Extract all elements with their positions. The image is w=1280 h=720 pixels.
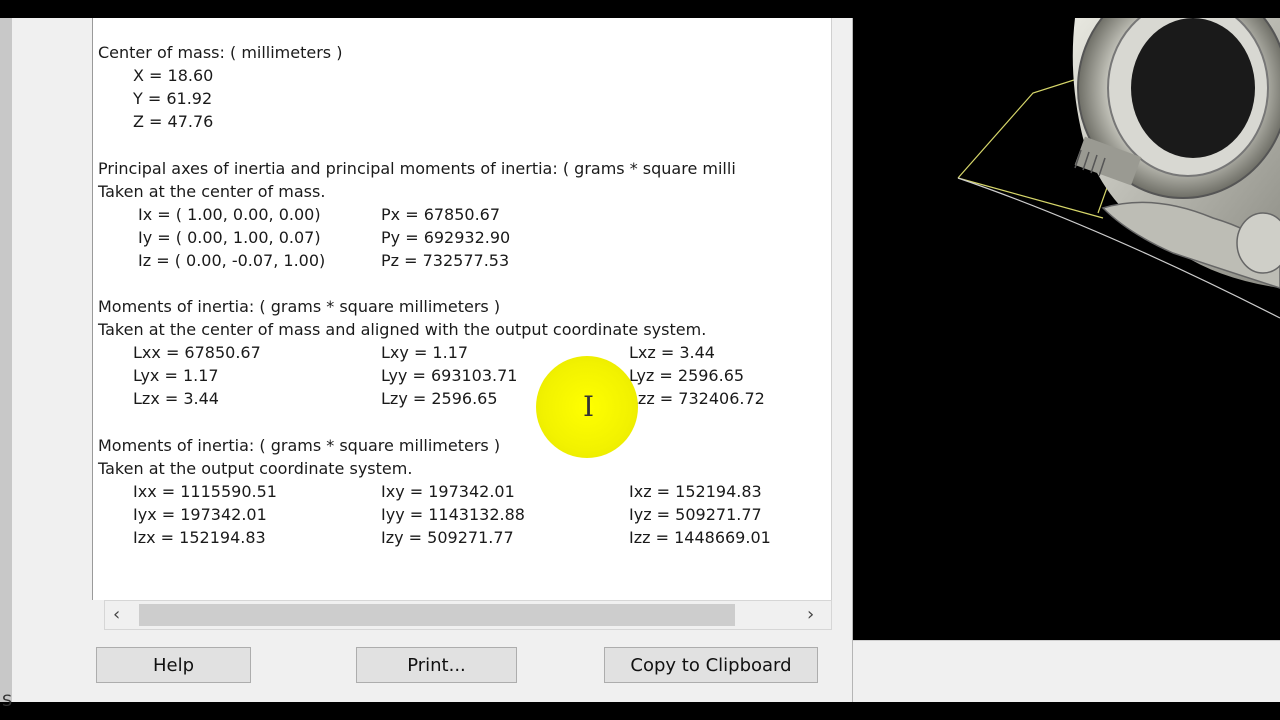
scrollbar-thumb[interactable] <box>139 604 735 626</box>
principal-moment-z: Pz = 732577.53 <box>381 251 510 270</box>
moment-lzy: Lzy = 2596.65 <box>381 389 498 408</box>
principal-axes-heading: Principal axes of inertia and principal … <box>98 159 736 178</box>
text-cursor-icon: I <box>583 390 595 423</box>
help-button[interactable]: Help <box>96 647 251 683</box>
moment-lyz: Lyz = 2596.65 <box>629 366 745 385</box>
horizontal-scrollbar[interactable]: ‹ › <box>104 600 832 630</box>
bearing-bore <box>1131 18 1255 158</box>
moment-izx: Izx = 152194.83 <box>133 528 266 547</box>
moments-output-heading: Moments of inertia: ( grams * square mil… <box>98 436 501 455</box>
background-app-letter: S <box>2 691 13 710</box>
moment-lxx: Lxx = 67850.67 <box>133 343 261 362</box>
print-button[interactable]: Print... <box>356 647 517 683</box>
center-of-mass-x: X = 18.60 <box>133 66 214 85</box>
moments-center-subheading: Taken at the center of mass and aligned … <box>98 320 707 339</box>
moment-iyx: Iyx = 197342.01 <box>133 505 267 524</box>
principal-axis-y: Iy = ( 0.00, 1.00, 0.07) <box>138 228 321 247</box>
center-of-mass-y: Y = 61.92 <box>133 89 213 108</box>
center-of-mass-heading: Center of mass: ( millimeters ) <box>98 43 343 62</box>
viewport-status-bar <box>853 640 1280 671</box>
moments-output-subheading: Taken at the output coordinate system. <box>98 459 413 478</box>
moment-lzx: Lzx = 3.44 <box>133 389 219 408</box>
center-of-mass-z: Z = 47.76 <box>133 112 214 131</box>
moment-izy: Izy = 509271.77 <box>381 528 514 547</box>
moment-ixy: Ixy = 197342.01 <box>381 482 515 501</box>
moment-lyy: Lyy = 693103.71 <box>381 366 518 385</box>
mass-properties-dialog: Center of mass: ( millimeters ) X = 18.6… <box>12 18 853 702</box>
part-model-graphic <box>957 18 1280 319</box>
scroll-left-icon[interactable]: ‹ <box>113 604 120 625</box>
mass-properties-report[interactable]: Center of mass: ( millimeters ) X = 18.6… <box>92 18 832 600</box>
scroll-right-icon[interactable]: › <box>807 604 814 625</box>
moment-iyz: Iyz = 509271.77 <box>629 505 762 524</box>
principal-axes-subheading: Taken at the center of mass. <box>98 182 326 201</box>
copy-to-clipboard-button[interactable]: Copy to Clipboard <box>604 647 818 683</box>
principal-axis-x: Ix = ( 1.00, 0.00, 0.00) <box>138 205 321 224</box>
moment-iyy: Iyy = 1143132.88 <box>381 505 525 524</box>
bottom-status-bar <box>853 670 1280 702</box>
principal-moment-y: Py = 692932.90 <box>381 228 511 247</box>
moments-center-heading: Moments of inertia: ( grams * square mil… <box>98 297 501 316</box>
principal-axis-z: Iz = ( 0.00, -0.07, 1.00) <box>138 251 326 270</box>
moment-ixx: Ixx = 1115590.51 <box>133 482 277 501</box>
bounding-box-edge <box>957 177 1104 219</box>
moment-lzz: Lzz = 732406.72 <box>629 389 765 408</box>
3d-viewport[interactable] <box>853 18 1280 640</box>
principal-moment-x: Px = 67850.67 <box>381 205 501 224</box>
moment-izz: Izz = 1448669.01 <box>629 528 771 547</box>
moment-ixz: Ixz = 152194.83 <box>629 482 762 501</box>
moment-lxz: Lxz = 3.44 <box>629 343 715 362</box>
moment-lyx: Lyx = 1.17 <box>133 366 219 385</box>
moment-lxy: Lxy = 1.17 <box>381 343 469 362</box>
